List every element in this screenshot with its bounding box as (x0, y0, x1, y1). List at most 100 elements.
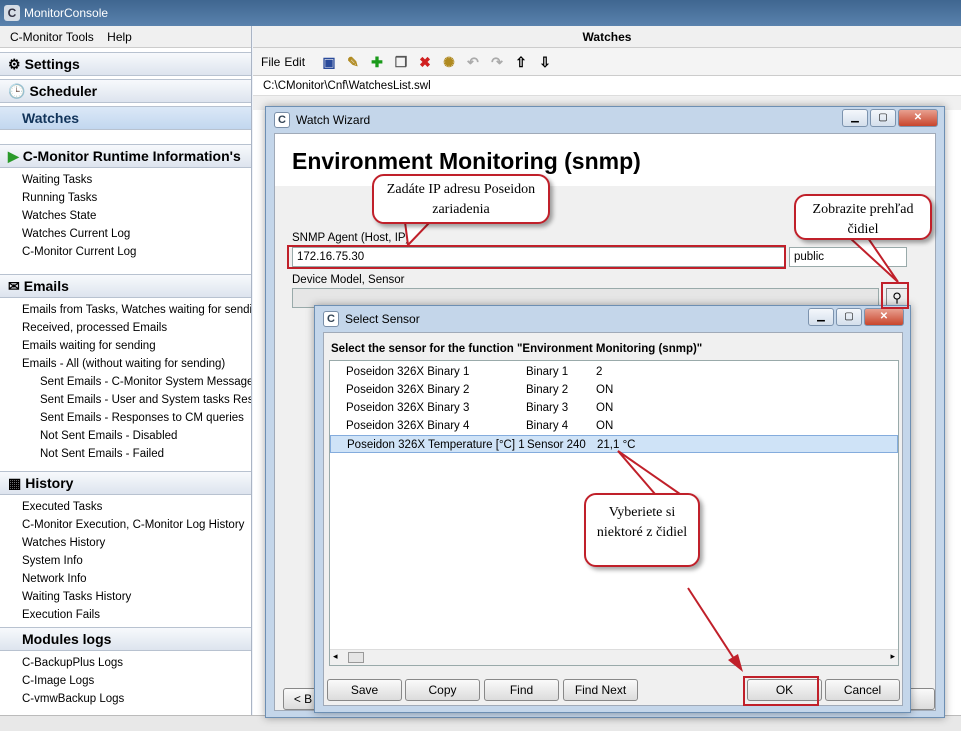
sensor-id: Binary 1 (526, 366, 569, 378)
sidebar-history-header[interactable]: ▦ History (0, 471, 251, 495)
sidebar-item[interactable]: Sent Emails - User and System tasks Resu… (0, 391, 251, 409)
sensor-minimize-icon[interactable]: ▁ (808, 308, 834, 326)
sensor-value: ON (596, 402, 614, 414)
sidebar-item[interactable]: Sent Emails - C-Monitor System Messages (0, 373, 251, 391)
app-icon: C (4, 5, 20, 21)
community-input[interactable]: public (789, 247, 907, 267)
history-list: Executed Tasks C-Monitor Execution, C-Mon… (0, 495, 251, 624)
sidebar: C-Monitor Tools Help ⚙ Settings 🕒 Schedule… (0, 26, 252, 715)
sidebar-item[interactable]: Emails waiting for sending (0, 337, 251, 355)
history-icon: ▦ (8, 475, 22, 491)
horizontal-scrollbar[interactable]: ◂ ▸ (330, 649, 898, 665)
sidebar-scheduler[interactable]: 🕒 Scheduler (0, 79, 251, 103)
sensor-name: Poseidon 326X Binary 1 (346, 366, 470, 378)
undo-icon[interactable]: ↶ (463, 52, 483, 72)
move-up-icon[interactable]: ⇧ (511, 52, 531, 72)
sidebar-item[interactable]: Emails - All (without waiting for sendin… (0, 355, 251, 373)
wizard-titlebar: C Watch Wizard ▁ ▢ ✕ (266, 107, 944, 133)
find-button[interactable]: Find (484, 679, 559, 701)
gear-icon: ⚙ (8, 56, 21, 72)
add-icon[interactable]: ✚ (367, 52, 387, 72)
sensor-row[interactable]: Poseidon 326X Temperature [°C] 1 Sensor 2… (330, 435, 898, 453)
sensor-id: Binary 3 (526, 402, 569, 414)
copy-button[interactable]: Copy (405, 679, 480, 701)
emails-sub-list: Sent Emails - C-Monitor System Messages S… (0, 373, 251, 463)
callout-overview: Zobrazite prehľad čidiel (794, 194, 932, 240)
modules-list: C-BackupPlus Logs C-Image Logs C-vmwBackup… (0, 651, 251, 708)
sensor-row[interactable]: Poseidon 326X Binary 1 Binary 1 2 (330, 363, 898, 381)
sidebar-item[interactable]: Sent Emails - Responses to CM queries (0, 409, 251, 427)
sensor-row[interactable]: Poseidon 326X Binary 3 Binary 3 ON (330, 399, 898, 417)
sidebar-item[interactable]: Not Sent Emails - Failed (0, 445, 251, 463)
sidebar-item[interactable]: Executed Tasks (0, 498, 251, 516)
sidebar-item[interactable]: Received, processed Emails (0, 319, 251, 337)
minimize-icon[interactable]: ▁ (842, 109, 868, 127)
runtime-list: Waiting Tasks Running Tasks Watches State W… (0, 168, 251, 261)
save-button[interactable]: Save (327, 679, 402, 701)
scroll-right-icon[interactable]: ▸ (890, 651, 895, 662)
sensor-close-icon[interactable]: ✕ (864, 308, 904, 326)
sensor-maximize-icon[interactable]: ▢ (836, 308, 862, 326)
scroll-left-icon[interactable]: ◂ (333, 651, 338, 662)
ip-highlight (287, 245, 786, 269)
sensor-heading: Select the sensor for the function "Envi… (331, 343, 703, 355)
app-title: MonitorConsole (24, 6, 109, 20)
sensor-titlebar: C Select Sensor ▁ ▢ ✕ (315, 306, 910, 332)
sidebar-watches[interactable]: Watches (0, 106, 251, 130)
envelope-icon: ✉ (8, 278, 20, 294)
sidebar-runtime-header[interactable]: ▶ C-Monitor Runtime Information's (0, 144, 251, 168)
sidebar-item[interactable]: Execution Fails (0, 606, 251, 624)
sensor-row[interactable]: Poseidon 326X Binary 2 Binary 2 ON (330, 381, 898, 399)
move-down-icon[interactable]: ⇩ (535, 52, 555, 72)
menu-edit[interactable]: Edit (284, 55, 305, 69)
sidebar-settings[interactable]: ⚙ Settings (0, 52, 251, 76)
settings-icon[interactable]: ✺ (439, 52, 459, 72)
delete-icon[interactable]: ✖ (415, 52, 435, 72)
sidebar-item[interactable]: Watches Current Log (0, 225, 251, 243)
menu-tools[interactable]: C-Monitor Tools (10, 30, 94, 44)
new-watch-icon[interactable]: ✎ (343, 52, 363, 72)
sidebar-item[interactable]: C-Monitor Execution, C-Monitor Log Histo… (0, 516, 251, 534)
sidebar-item[interactable]: C-Image Logs (0, 672, 251, 690)
sidebar-item[interactable]: Waiting Tasks (0, 171, 251, 189)
sensor-row[interactable]: Poseidon 326X Binary 4 Binary 4 ON (330, 417, 898, 435)
sidebar-item[interactable]: Emails from Tasks, Watches waiting for s… (0, 301, 251, 319)
sidebar-item[interactable]: Watches State (0, 207, 251, 225)
sidebar-item[interactable]: C-BackupPlus Logs (0, 654, 251, 672)
cancel-button[interactable]: Cancel (825, 679, 900, 701)
sensor-id: Binary 4 (526, 420, 569, 432)
sidebar-emails-header[interactable]: ✉ Emails (0, 274, 251, 298)
sidebar-item[interactable]: Not Sent Emails - Disabled (0, 427, 251, 445)
sidebar-item[interactable]: Running Tasks (0, 189, 251, 207)
sensor-name: Poseidon 326X Binary 2 (346, 384, 470, 396)
sensor-title: Select Sensor (345, 312, 420, 326)
menu-help[interactable]: Help (107, 30, 132, 44)
sidebar-item[interactable]: C-Monitor Current Log (0, 243, 251, 261)
save-icon[interactable]: ▣ (319, 52, 339, 72)
sensor-app-icon: C (323, 311, 339, 327)
close-icon[interactable]: ✕ (898, 109, 938, 127)
redo-icon[interactable]: ↷ (487, 52, 507, 72)
scroll-thumb[interactable] (348, 652, 364, 663)
sidebar-item[interactable]: Waiting Tasks History (0, 588, 251, 606)
menubar: C-Monitor Tools Help (0, 26, 251, 48)
sensor-name: Poseidon 326X Temperature [°C] 1 (347, 439, 525, 451)
sensor-value: ON (596, 384, 614, 396)
sidebar-item[interactable]: C-vmwBackup Logs (0, 690, 251, 708)
sidebar-item[interactable]: System Info (0, 552, 251, 570)
next-button[interactable] (907, 688, 935, 710)
sidebar-item[interactable]: Network Info (0, 570, 251, 588)
watches-header: Watches (253, 26, 961, 48)
emails-list: Emails from Tasks, Watches waiting for s… (0, 298, 251, 373)
sidebar-item[interactable]: Watches History (0, 534, 251, 552)
menu-file[interactable]: File (261, 55, 280, 69)
maximize-icon[interactable]: ▢ (870, 109, 896, 127)
sensor-name: Poseidon 326X Binary 4 (346, 420, 470, 432)
app-titlebar: C MonitorConsole (0, 0, 961, 26)
device-model-label: Device Model, Sensor (292, 274, 405, 286)
copy-icon[interactable]: ❐ (391, 52, 411, 72)
sidebar-modules-header[interactable]: Modules logs (0, 627, 251, 651)
toolbar: File Edit ▣ ✎ ✚ ❐ ✖ ✺ ↶ ↷ ⇧ ⇩ (253, 48, 961, 76)
find-next-button[interactable]: Find Next (563, 679, 638, 701)
sensor-name: Poseidon 326X Binary 3 (346, 402, 470, 414)
